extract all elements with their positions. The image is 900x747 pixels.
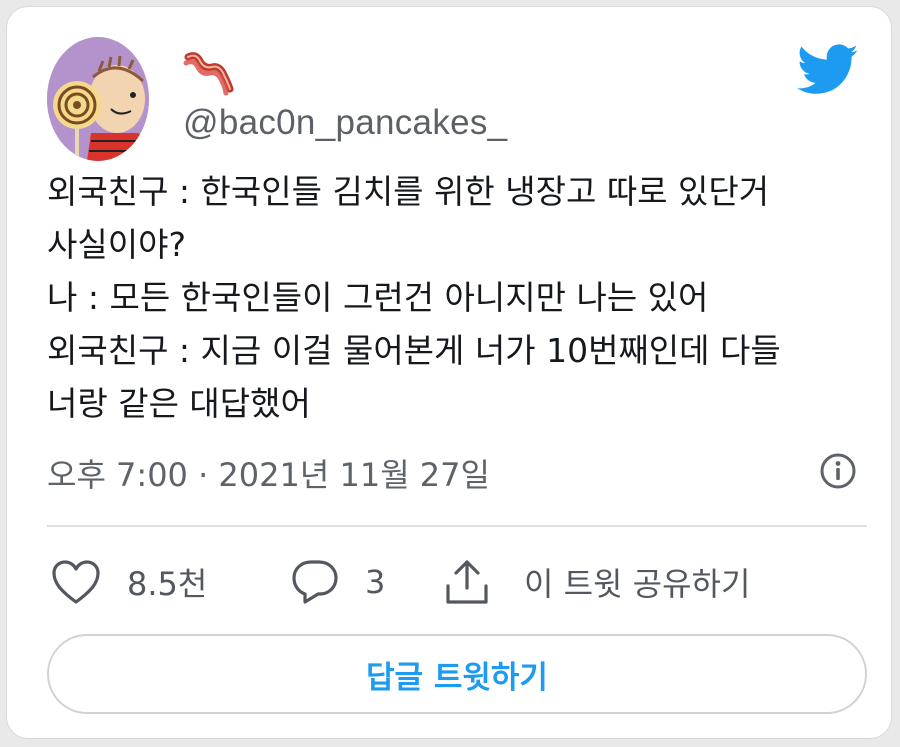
tweet-timestamp[interactable]: 오후 7:00 · 2021년 11월 27일: [47, 450, 490, 496]
avatar[interactable]: [47, 37, 149, 161]
reply-bubble-icon: [292, 560, 338, 604]
tweet-text-line: 너랑 같은 대답했어: [47, 384, 311, 423]
tweet-card: @bac0n_pancakes_ 외국친구 : 한국인들 김치를 위한 냉장고 …: [6, 6, 892, 739]
heart-icon: [52, 560, 100, 604]
reply-count-button[interactable]: 3: [291, 552, 385, 612]
divider: [47, 525, 867, 527]
tweet-text-line: 외국친구 : 지금 이걸 물어본게 너가 10번째인데 다들: [47, 331, 781, 370]
tweet-text-line: 외국친구 : 한국인들 김치를 위한 냉장고 따로 있단거: [47, 172, 770, 211]
author-handle[interactable]: @bac0n_pancakes_: [183, 103, 507, 143]
tweet-text: 외국친구 : 한국인들 김치를 위한 냉장고 따로 있단거 사실이야? 나 : …: [47, 165, 867, 430]
share-icon: [446, 560, 488, 604]
reply-tweet-button[interactable]: 답글 트윗하기: [47, 634, 867, 714]
share-button[interactable]: 이 트윗 공유하기: [444, 552, 750, 612]
timestamp-row: 오후 7:00 · 2021년 11월 27일: [47, 444, 857, 498]
like-count: 8.5천: [127, 565, 208, 603]
reply-count: 3: [365, 563, 386, 601]
info-icon[interactable]: [819, 452, 857, 490]
display-name-bacon-icon: [182, 49, 234, 97]
like-button[interactable]: 8.5천: [51, 552, 207, 612]
tweet-text-line: 나 : 모든 한국인들이 그런건 아니지만 나는 있어: [47, 278, 709, 317]
share-label: 이 트윗 공유하기: [524, 565, 751, 603]
tweet-actions: 8.5천 3 이 트윗 공유하기: [51, 552, 851, 612]
twitter-bird-icon[interactable]: [797, 43, 859, 97]
tweet-text-line: 사실이야?: [47, 225, 186, 264]
